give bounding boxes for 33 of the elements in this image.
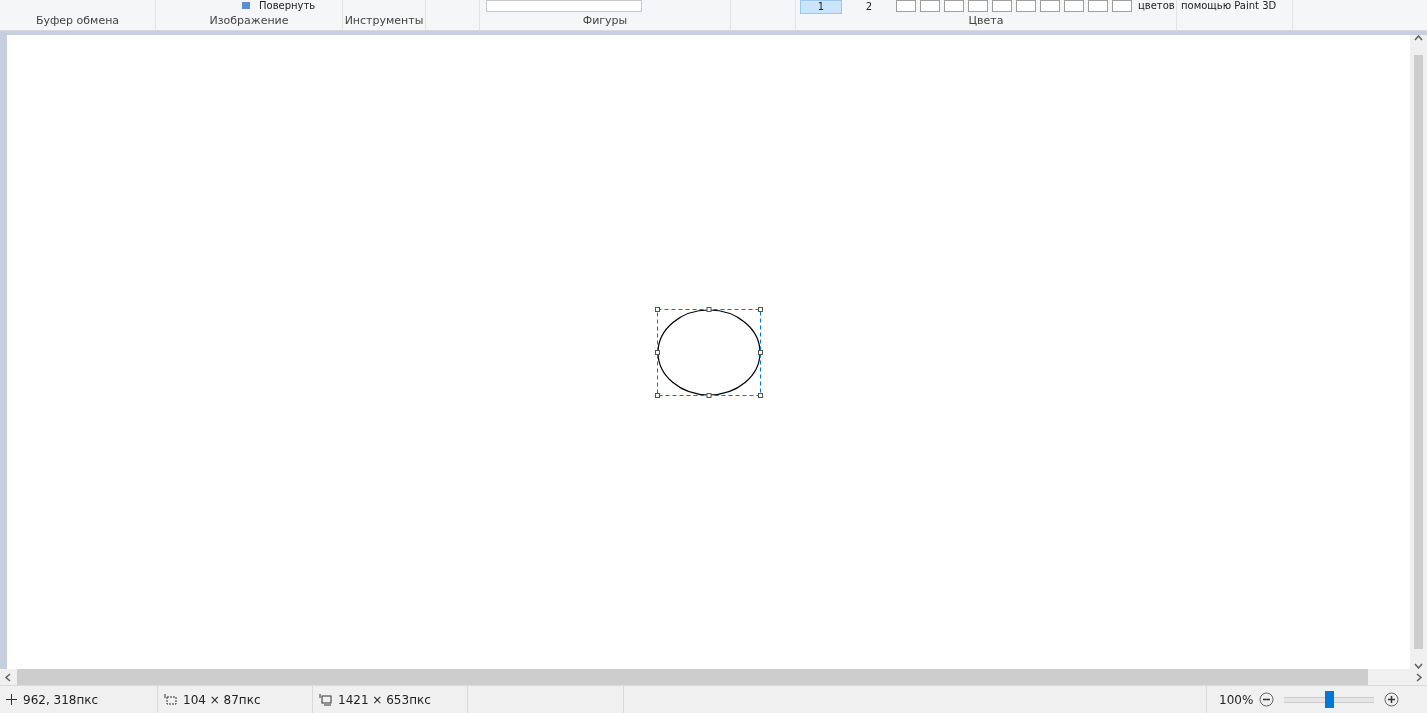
color-swatch[interactable] <box>1016 0 1036 12</box>
rotate-icon <box>241 0 253 10</box>
group-label: Инструменты <box>344 14 424 28</box>
color-swatch[interactable] <box>1112 0 1132 12</box>
color-swatch[interactable] <box>992 0 1012 12</box>
paint3d-label[interactable]: помощью Paint 3D <box>1181 0 1277 12</box>
color-swatch[interactable] <box>896 0 916 12</box>
color-swatch[interactable] <box>1088 0 1108 12</box>
zoom-slider-thumb[interactable] <box>1324 691 1334 708</box>
group-label: Цвета <box>968 14 1004 28</box>
color-swatch[interactable] <box>1040 0 1060 12</box>
color-swatch[interactable] <box>1064 0 1084 12</box>
zoom-in-icon <box>1384 692 1400 707</box>
shapes-gallery[interactable] <box>486 0 642 12</box>
group-label: Буфер обмена <box>35 14 120 28</box>
selection-icon <box>164 693 177 706</box>
canvas-size: 1421 × 653пкс <box>338 692 431 707</box>
move-cursor-icon <box>6 694 17 705</box>
selection-size: 104 × 87пкс <box>183 692 261 707</box>
rotate-label[interactable]: Повернуть <box>259 0 316 12</box>
color-slot[interactable]: 2 <box>848 0 890 14</box>
zoom-level: 100% <box>1219 692 1254 707</box>
color-slot[interactable]: 1 <box>800 0 842 14</box>
selected-ellipse-drawing[interactable] <box>654 306 763 398</box>
cursor-position: 962, 318пкс <box>23 692 99 707</box>
group-label: Фигуры <box>582 14 628 28</box>
group-label: Изображение <box>209 14 289 28</box>
color-swatch[interactable] <box>944 0 964 12</box>
color-swatch[interactable] <box>968 0 988 12</box>
canvas-size-icon <box>319 693 332 706</box>
edit-colors-label[interactable]: цветов <box>1138 0 1175 12</box>
zoom-out-icon <box>1259 692 1275 707</box>
color-swatch[interactable] <box>920 0 940 12</box>
